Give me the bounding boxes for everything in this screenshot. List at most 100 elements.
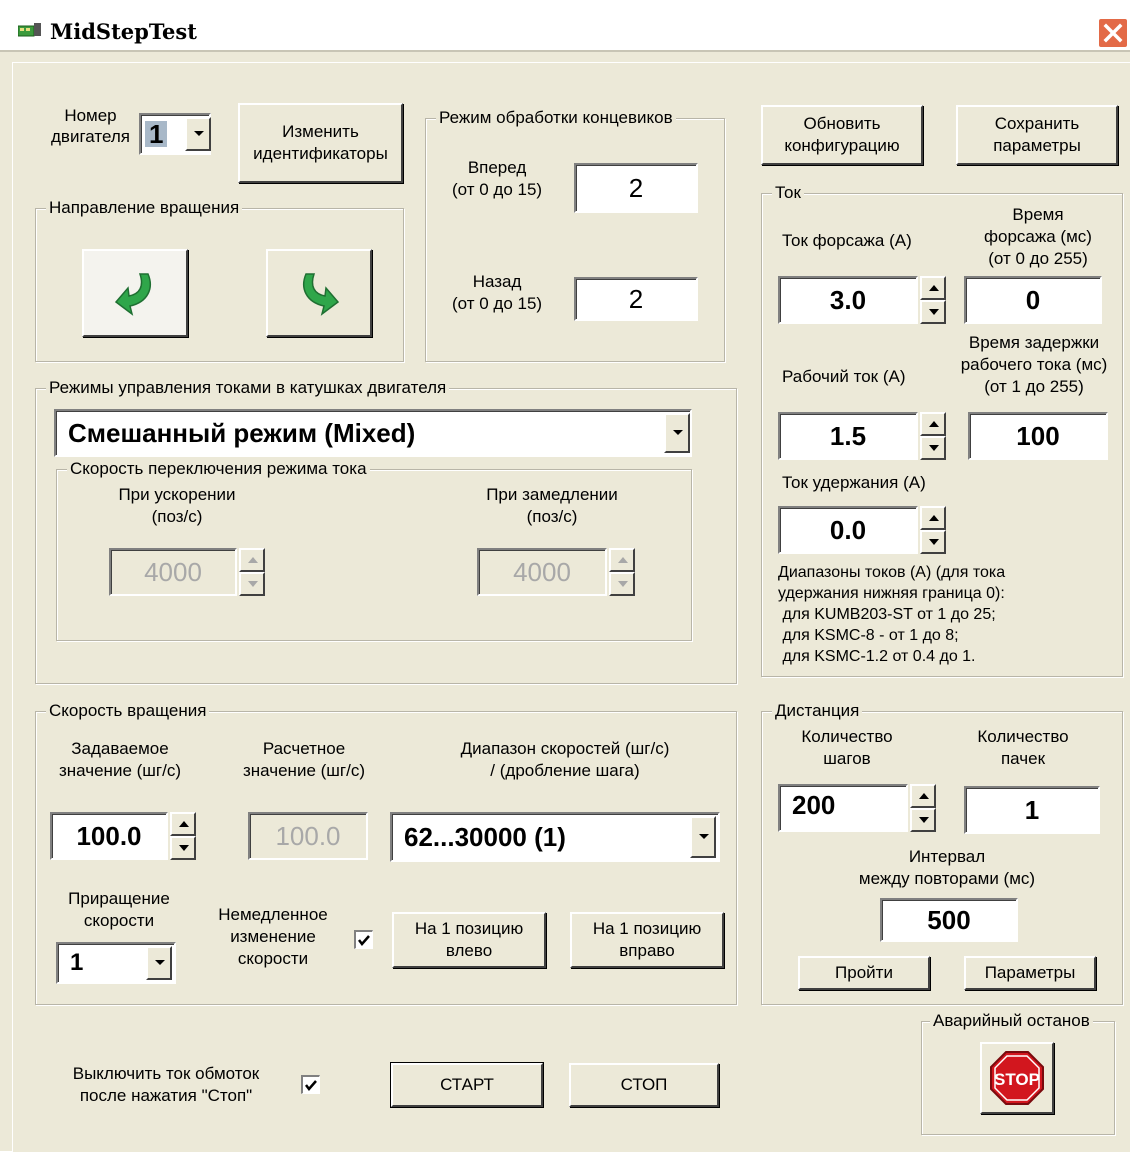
- current-modes-group: Режимы управления токами в катушках двиг…: [35, 377, 737, 684]
- hold-current-spinner[interactable]: [920, 506, 946, 554]
- arrow-up-icon: [929, 421, 939, 427]
- arrow-up-icon: [248, 557, 258, 563]
- set-speed-field[interactable]: 100.0: [50, 812, 168, 860]
- spin-up-button[interactable]: [920, 276, 946, 300]
- change-ids-button[interactable]: Изменить идентификаторы: [238, 103, 403, 183]
- speed-group: Скорость вращения Задаваемое значение (ш…: [35, 700, 737, 1005]
- work-current-spinner[interactable]: [920, 412, 946, 460]
- distance-group: Дистанция Количество шагов Количество па…: [761, 700, 1123, 1005]
- boost-current-field[interactable]: 3.0: [778, 276, 918, 324]
- spin-up-button[interactable]: [170, 812, 196, 836]
- steps-spinner[interactable]: [910, 784, 936, 832]
- step-left-button[interactable]: На 1 позицию влево: [392, 912, 546, 968]
- stop-button[interactable]: СТОП: [569, 1063, 719, 1107]
- spin-up-button[interactable]: [910, 784, 936, 808]
- emergency-legend: Аварийный останов: [930, 1010, 1093, 1032]
- chevron-down-icon: [155, 960, 165, 965]
- off-current-checkbox[interactable]: [301, 1075, 320, 1094]
- current-legend: Ток: [772, 182, 804, 204]
- check-icon: [305, 1080, 317, 1091]
- arrow-up-icon: [929, 285, 939, 291]
- rotate-ccw-button[interactable]: [266, 249, 372, 337]
- limit-switches-group: Режим обработки концевиков Вперед (от 0 …: [425, 107, 725, 362]
- accel-label: При ускорении (поз/с): [118, 485, 236, 526]
- app-icon: [18, 23, 41, 37]
- accel-spinner: [239, 548, 265, 596]
- app-window: MidStepTest Номер двигателя 1 Изменить и…: [0, 0, 1130, 1152]
- current-modes-legend: Режимы управления токами в катушках двиг…: [46, 377, 450, 399]
- spin-down-button: [609, 572, 635, 596]
- arrow-down-icon: [248, 581, 258, 587]
- boost-current-label: Ток форсажа (А): [782, 231, 912, 250]
- calc-speed-label: Расчетное значение (шг/с): [242, 739, 366, 780]
- speed-increment-label: Приращение скорости: [68, 889, 170, 930]
- work-current-label: Рабочий ток (А): [782, 367, 906, 386]
- hold-current-label: Ток удержания (А): [782, 473, 926, 492]
- work-delay-label: Время задержки рабочего тока (мс) (от 1 …: [960, 333, 1108, 396]
- arrow-up-icon: [929, 515, 939, 521]
- limit-switches-legend: Режим обработки концевиков: [436, 107, 676, 129]
- set-speed-spinner[interactable]: [170, 812, 196, 860]
- current-ranges-note: Диапазоны токов (А) (для тока удержания …: [778, 564, 1006, 665]
- packs-field[interactable]: 1: [964, 786, 1100, 834]
- step-right-button[interactable]: На 1 позицию вправо: [570, 912, 724, 968]
- arrow-down-icon: [929, 309, 939, 315]
- switch-speed-legend: Скорость переключения режима тока: [67, 458, 370, 480]
- speed-range-select[interactable]: 62...30000 (1): [390, 812, 720, 862]
- spin-down-button: [239, 572, 265, 596]
- current-group: Ток Ток форсажа (А) Время форсажа (мс) (…: [761, 182, 1123, 677]
- chevron-down-icon: [699, 834, 709, 839]
- decel-field: 4000: [477, 548, 607, 596]
- spin-down-button[interactable]: [920, 436, 946, 460]
- interval-field[interactable]: 500: [880, 898, 1018, 942]
- arrow-down-icon: [929, 539, 939, 545]
- arrow-up-icon: [919, 793, 929, 799]
- forward-field[interactable]: 2: [574, 163, 698, 213]
- hold-current-field[interactable]: 0.0: [778, 506, 918, 554]
- spin-up-button[interactable]: [920, 506, 946, 530]
- distance-params-button[interactable]: Параметры: [964, 956, 1096, 990]
- chevron-down-icon: [194, 131, 204, 136]
- spin-up-button: [609, 548, 635, 572]
- steps-field[interactable]: 200: [778, 784, 908, 832]
- go-button[interactable]: Пройти: [798, 956, 930, 990]
- speed-increment-dropdown-button[interactable]: [146, 946, 172, 980]
- spin-up-button[interactable]: [920, 412, 946, 436]
- title-bar[interactable]: MidStepTest: [0, 0, 1130, 52]
- distance-legend: Дистанция: [772, 700, 863, 722]
- spin-down-button[interactable]: [910, 808, 936, 832]
- save-params-button[interactable]: Сохранить параметры: [956, 105, 1118, 165]
- arrow-down-icon: [929, 445, 939, 451]
- set-speed-label: Задаваемое значение (шг/с): [58, 739, 182, 780]
- spin-down-button[interactable]: [920, 300, 946, 324]
- back-field[interactable]: 2: [574, 277, 698, 321]
- boost-time-label: Время форсажа (мс) (от 0 до 255): [984, 205, 1092, 268]
- emergency-stop-button[interactable]: STOP: [980, 1042, 1054, 1114]
- arrow-up-icon: [618, 557, 628, 563]
- stop-sign-text: STOP: [994, 1070, 1040, 1089]
- immediate-change-checkbox[interactable]: [354, 930, 373, 949]
- speed-range-label: Диапазон скоростей (шг/с) / (дробление ш…: [460, 739, 670, 780]
- motor-number-dropdown-button[interactable]: [185, 117, 211, 151]
- current-mode-dropdown-button[interactable]: [664, 413, 690, 453]
- speed-range-dropdown-button[interactable]: [690, 816, 716, 858]
- current-mode-select[interactable]: Смешанный режим (Mixed): [54, 409, 692, 457]
- emergency-group: Аварийный останов STOP: [921, 1010, 1115, 1135]
- rotate-cw-button[interactable]: [82, 249, 188, 337]
- work-delay-field[interactable]: 100: [968, 412, 1108, 460]
- packs-label: Количество пачек: [977, 727, 1069, 768]
- motor-number-label: Номер двигателя: [51, 106, 130, 146]
- work-current-field[interactable]: 1.5: [778, 412, 918, 460]
- client-area: Номер двигателя 1 Изменить идентификатор…: [12, 62, 1130, 1152]
- boost-time-field[interactable]: 0: [964, 276, 1102, 324]
- spin-down-button[interactable]: [920, 530, 946, 554]
- spin-down-button[interactable]: [170, 836, 196, 860]
- close-button[interactable]: [1098, 18, 1128, 48]
- start-button[interactable]: СТАРТ: [391, 1063, 543, 1107]
- boost-current-spinner[interactable]: [920, 276, 946, 324]
- calc-speed-field: 100.0: [248, 812, 368, 860]
- arrow-down-icon: [618, 581, 628, 587]
- refresh-config-button[interactable]: Обновить конфигурацию: [761, 105, 923, 165]
- arrow-down-icon: [179, 845, 189, 851]
- accel-field: 4000: [109, 548, 237, 596]
